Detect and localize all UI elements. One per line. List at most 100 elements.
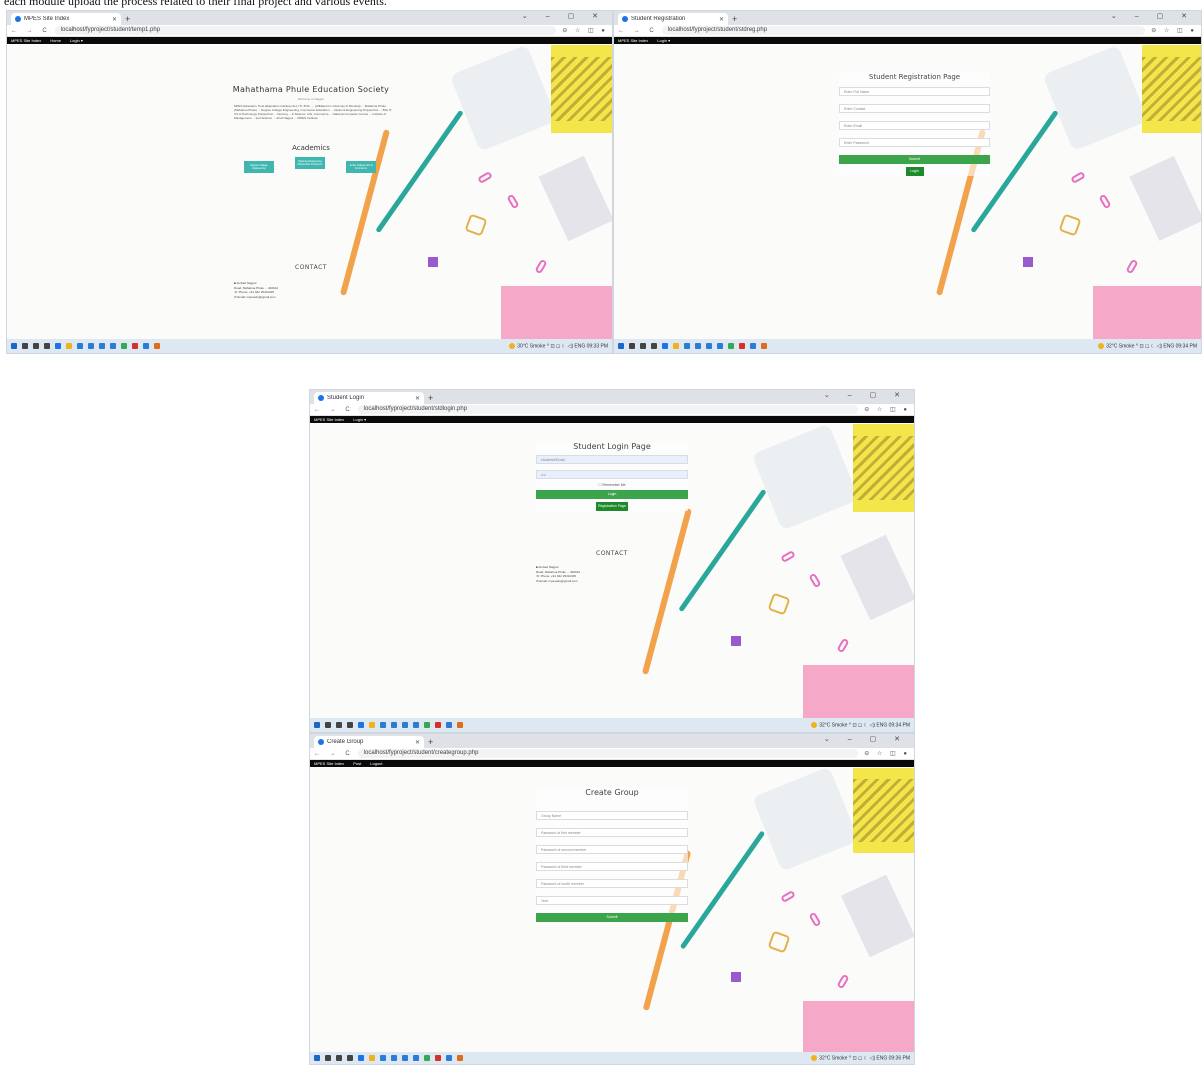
academic-card[interactable]: Degree College Engineering (244, 161, 274, 173)
task-view-icon[interactable] (651, 343, 657, 349)
edge-icon[interactable] (358, 1055, 364, 1061)
store-icon[interactable] (380, 1055, 386, 1061)
url-field[interactable]: localhost/fyproject/student/stdreg.php (661, 26, 1146, 35)
window-controls[interactable]: ⌄ – ▢ ✕ (824, 735, 908, 743)
app-icon[interactable] (424, 1055, 430, 1061)
folder-icon[interactable] (369, 1055, 375, 1061)
store-icon[interactable] (380, 722, 386, 728)
chrome-icon[interactable] (739, 343, 745, 349)
submit-button[interactable]: Submit (839, 155, 990, 164)
member1-password-field[interactable]: Password of first member (536, 828, 688, 837)
cortana-icon[interactable] (33, 343, 39, 349)
edge-icon[interactable] (662, 343, 668, 349)
taskbar-icons[interactable] (314, 1055, 811, 1061)
registration-page-button[interactable]: Registration Page (596, 502, 628, 511)
member2-password-field[interactable]: Password of second member (536, 845, 688, 854)
browser-tab[interactable]: Student Registration ✕ (618, 13, 728, 25)
new-tab-icon[interactable]: + (125, 13, 130, 25)
chrome-icon[interactable] (435, 1055, 441, 1061)
nav-brand[interactable]: MPES Site Index (314, 761, 344, 766)
search-icon[interactable] (629, 343, 635, 349)
group-name-field[interactable]: Group Name (536, 811, 688, 820)
system-tray[interactable]: 32°C Smoke ^ ⊡ ◻ ☾ ◁) ENG 09:34 PM (811, 721, 910, 728)
new-tab-icon[interactable]: + (428, 736, 433, 748)
system-tray[interactable]: 32°C Smoke ^ ⊡ ◻ ☾ ◁) ENG 09:34 PM (1098, 342, 1197, 349)
year-field[interactable]: Year (536, 896, 688, 905)
store-icon[interactable] (684, 343, 690, 349)
url-field[interactable]: localhost/fyproject/student/creategroup.… (357, 749, 859, 758)
window-controls[interactable]: ⌄ – ▢ ✕ (522, 12, 606, 20)
full-name-field[interactable]: Enter Full Name (839, 87, 990, 96)
taskbar-icons[interactable] (11, 343, 509, 349)
nav-brand[interactable]: MPES Site Index (618, 38, 648, 43)
taskbar-icons[interactable] (314, 722, 811, 728)
powerpoint-icon[interactable] (761, 343, 767, 349)
url-field[interactable]: localhost/fyproject/student/stdlogin.php (357, 405, 859, 414)
nav-brand[interactable]: MPES Site Index (314, 417, 344, 422)
extension-icons[interactable]: ⊖ ☆ ◫ ● (864, 406, 910, 413)
academic-card[interactable]: Junior College Arts & Commerce (346, 161, 376, 173)
system-tray[interactable]: 32°C Smoke ^ ⊡ ◻ ☾ ◁) ENG 09:36 PM (811, 1054, 910, 1061)
nav-logout[interactable]: Logout (370, 761, 382, 766)
app-icon[interactable] (446, 722, 452, 728)
search-icon[interactable] (325, 1055, 331, 1061)
email-field[interactable]: Enter Email (839, 121, 990, 130)
app-icon[interactable] (143, 343, 149, 349)
remember-me-checkbox[interactable]: ☐ Remember Me (536, 483, 688, 487)
app-icon[interactable] (750, 343, 756, 349)
task-view-icon[interactable] (44, 343, 50, 349)
extension-icons[interactable]: ⊖ ☆ ◫ ● (864, 750, 910, 757)
nav-arrows-icon[interactable]: ← → C (11, 28, 51, 34)
search-icon[interactable] (22, 343, 28, 349)
windows-start-icon[interactable] (618, 343, 624, 349)
folder-icon[interactable] (369, 722, 375, 728)
word-icon[interactable] (110, 343, 116, 349)
chrome-icon[interactable] (435, 722, 441, 728)
app-icon[interactable] (391, 722, 397, 728)
windows-start-icon[interactable] (314, 722, 320, 728)
member3-password-field[interactable]: Password of third member (536, 862, 688, 871)
browser-tab[interactable]: MPES Site Index ✕ (11, 13, 121, 25)
app-icon[interactable] (446, 1055, 452, 1061)
close-tab-icon[interactable]: ✕ (719, 16, 724, 23)
academic-card[interactable]: Diploma Engineering Polytechnic & Scienc… (295, 157, 325, 169)
store-icon[interactable] (77, 343, 83, 349)
app-icon[interactable] (88, 343, 94, 349)
chrome-icon[interactable] (132, 343, 138, 349)
window-controls[interactable]: ⌄ – ▢ ✕ (1111, 12, 1195, 20)
app-icon[interactable] (121, 343, 127, 349)
nav-brand[interactable]: MPES Site Index (11, 38, 41, 43)
word-icon[interactable] (717, 343, 723, 349)
member4-password-field[interactable]: Password of fourth member (536, 879, 688, 888)
windows-start-icon[interactable] (11, 343, 17, 349)
close-tab-icon[interactable]: ✕ (415, 739, 420, 746)
browser-tab[interactable]: Create Group ✕ (314, 736, 424, 748)
app-icon[interactable] (424, 722, 430, 728)
new-tab-icon[interactable]: + (732, 13, 737, 25)
windows-start-icon[interactable] (314, 1055, 320, 1061)
app-icon[interactable] (402, 1055, 408, 1061)
taskbar-icons[interactable] (618, 343, 1098, 349)
cortana-icon[interactable] (640, 343, 646, 349)
cortana-icon[interactable] (336, 722, 342, 728)
password-field[interactable]: Enter Password (839, 138, 990, 147)
extension-icons[interactable]: ⊖ ☆ ◫ ● (1151, 27, 1197, 34)
submit-button[interactable]: Submit (536, 913, 688, 922)
powerpoint-icon[interactable] (154, 343, 160, 349)
word-icon[interactable] (413, 722, 419, 728)
nav-post[interactable]: Post (353, 761, 361, 766)
nav-login[interactable]: Login ▾ (353, 417, 366, 422)
task-view-icon[interactable] (347, 722, 353, 728)
system-tray[interactable]: 30°C Smoke ^ ⊡ ◻ ☾ ◁) ENG 09:33 PM (509, 342, 608, 349)
student-id-field[interactable]: studentid/Email (536, 455, 688, 464)
extension-icons[interactable]: ⊖ ☆ ◫ ● (562, 27, 608, 34)
nav-arrows-icon[interactable]: ← → C (314, 751, 354, 757)
cortana-icon[interactable] (336, 1055, 342, 1061)
task-view-icon[interactable] (347, 1055, 353, 1061)
word-icon[interactable] (413, 1055, 419, 1061)
browser-tab[interactable]: Student Login ✕ (314, 392, 424, 404)
nav-home[interactable]: Home (50, 38, 61, 43)
contact-field[interactable]: Enter Contact (839, 104, 990, 113)
password-field[interactable]: •••• (536, 470, 688, 479)
edge-icon[interactable] (55, 343, 61, 349)
